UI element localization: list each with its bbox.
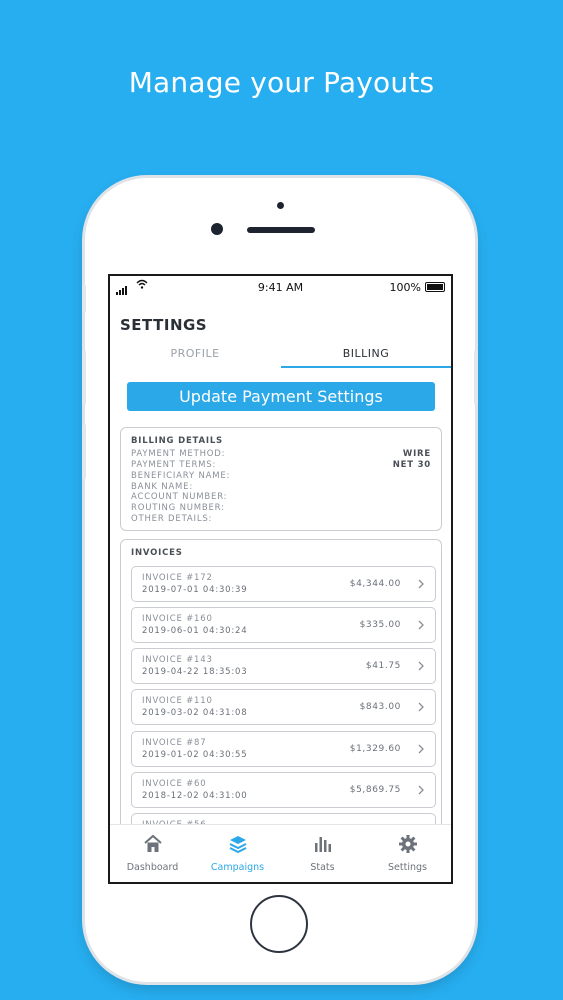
tab-profile[interactable]: PROFILE	[110, 346, 280, 368]
headline: Manage your Payouts	[128, 66, 435, 99]
billing-row-beneficiary-name: BENEFICIARY NAME:	[131, 471, 431, 481]
chevron-right-icon	[418, 579, 424, 589]
home-icon	[144, 834, 162, 852]
billing-row-other-details: OTHER DETAILS:	[131, 514, 431, 524]
billing-row-label: ROUTING NUMBER:	[131, 503, 225, 513]
bottom-tab-bar: Dashboard Campaigns Stats Settings	[110, 824, 451, 882]
invoice-amount: $5,869.75	[349, 785, 401, 795]
tab-billing[interactable]: BILLING	[281, 346, 451, 368]
settings-tabs: PROFILE BILLING	[110, 346, 451, 368]
tabbar-item-settings[interactable]: Settings	[365, 825, 450, 882]
side-button-volume-down	[82, 424, 86, 479]
invoice-amount: $1,329.60	[349, 744, 401, 754]
invoice-number: INVOICE #172	[142, 573, 213, 583]
invoice-row[interactable]: INVOICE #160 2019-06-01 04:30:24 $335.00	[131, 607, 436, 643]
front-sensor	[277, 202, 284, 209]
battery-icon	[425, 282, 445, 292]
earpiece-speaker	[247, 227, 315, 233]
chevron-right-icon	[418, 785, 424, 795]
invoice-date: 2019-04-22 18:35:03	[142, 667, 248, 677]
billing-row-bank-name: BANK NAME:	[131, 482, 431, 492]
chevron-right-icon	[418, 744, 424, 754]
invoice-number: INVOICE #60	[142, 779, 207, 789]
billing-row-account-number: ACCOUNT NUMBER:	[131, 492, 431, 502]
bar-chart-icon	[315, 837, 331, 852]
invoice-row[interactable]: INVOICE #172 2019-07-01 04:30:39 $4,344.…	[131, 566, 436, 602]
billing-row-label: BENEFICIARY NAME:	[131, 471, 231, 481]
side-button-power	[474, 350, 478, 405]
invoice-row[interactable]: INVOICE #143 2019-04-22 18:35:03 $41.75	[131, 648, 436, 684]
invoice-date: 2019-07-01 04:30:39	[142, 585, 248, 595]
chevron-right-icon	[418, 661, 424, 671]
tabbar-label: Campaigns	[210, 862, 265, 873]
tabbar-label: Settings	[388, 862, 427, 873]
billing-row-label: PAYMENT TERMS:	[131, 460, 217, 470]
side-button-mute	[82, 285, 86, 313]
tabbar-label: Stats	[310, 862, 335, 873]
invoice-amount: $335.00	[359, 620, 401, 630]
billing-row-payment-method: PAYMENT METHOD: WIRE	[131, 449, 431, 459]
invoice-number: INVOICE #87	[142, 738, 207, 748]
invoice-amount: $41.75	[365, 661, 401, 671]
chevron-right-icon	[418, 620, 424, 630]
tabbar-item-dashboard[interactable]: Dashboard	[110, 825, 195, 882]
invoice-date: 2018-12-02 04:31:00	[142, 791, 248, 801]
gear-icon	[399, 835, 417, 853]
billing-row-label: OTHER DETAILS:	[131, 514, 213, 524]
billing-row-payment-terms: PAYMENT TERMS: NET 30	[131, 460, 431, 470]
invoice-number: INVOICE #110	[142, 696, 213, 706]
billing-row-value: NET 30	[392, 460, 431, 470]
front-camera	[211, 223, 223, 235]
invoice-date: 2019-03-02 04:31:08	[142, 708, 248, 718]
invoice-row[interactable]: INVOICE #87 2019-01-02 04:30:55 $1,329.6…	[131, 731, 436, 767]
invoice-amount: $843.00	[359, 702, 401, 712]
battery-percent: 100%	[389, 281, 421, 294]
tabbar-item-campaigns[interactable]: Campaigns	[195, 825, 280, 882]
billing-row-label: PAYMENT METHOD:	[131, 449, 226, 459]
layers-icon	[229, 836, 247, 854]
tabbar-label: Dashboard	[126, 862, 179, 873]
billing-row-label: BANK NAME:	[131, 482, 194, 492]
billing-details-title: BILLING DETAILS	[131, 436, 223, 446]
home-button[interactable]	[250, 895, 308, 953]
invoice-amount: $4,344.00	[349, 579, 401, 589]
invoice-date: 2019-06-01 04:30:24	[142, 626, 248, 636]
page-title: SETTINGS	[120, 316, 208, 334]
invoices-title: INVOICES	[131, 548, 183, 558]
billing-row-routing-number: ROUTING NUMBER:	[131, 503, 431, 513]
billing-details-card: BILLING DETAILS PAYMENT METHOD: WIRE PAY…	[120, 427, 442, 531]
billing-row-label: ACCOUNT NUMBER:	[131, 492, 228, 502]
invoice-number: INVOICE #143	[142, 655, 213, 665]
chevron-right-icon	[418, 702, 424, 712]
status-bar: 9:41 AM 100%	[110, 276, 451, 298]
invoice-row[interactable]: INVOICE #60 2018-12-02 04:31:00 $5,869.7…	[131, 772, 436, 808]
invoice-row[interactable]: INVOICE #110 2019-03-02 04:31:08 $843.00	[131, 689, 436, 725]
invoice-date: 2019-01-02 04:30:55	[142, 750, 248, 760]
update-payment-settings-button[interactable]: Update Payment Settings	[127, 382, 435, 411]
billing-row-value: WIRE	[402, 449, 431, 459]
side-button-volume-up	[82, 350, 86, 405]
phone-screen: 9:41 AM 100% SETTINGS PROFILE BILLING Up…	[108, 274, 453, 884]
invoice-number: INVOICE #160	[142, 614, 213, 624]
tabbar-item-stats[interactable]: Stats	[280, 825, 365, 882]
